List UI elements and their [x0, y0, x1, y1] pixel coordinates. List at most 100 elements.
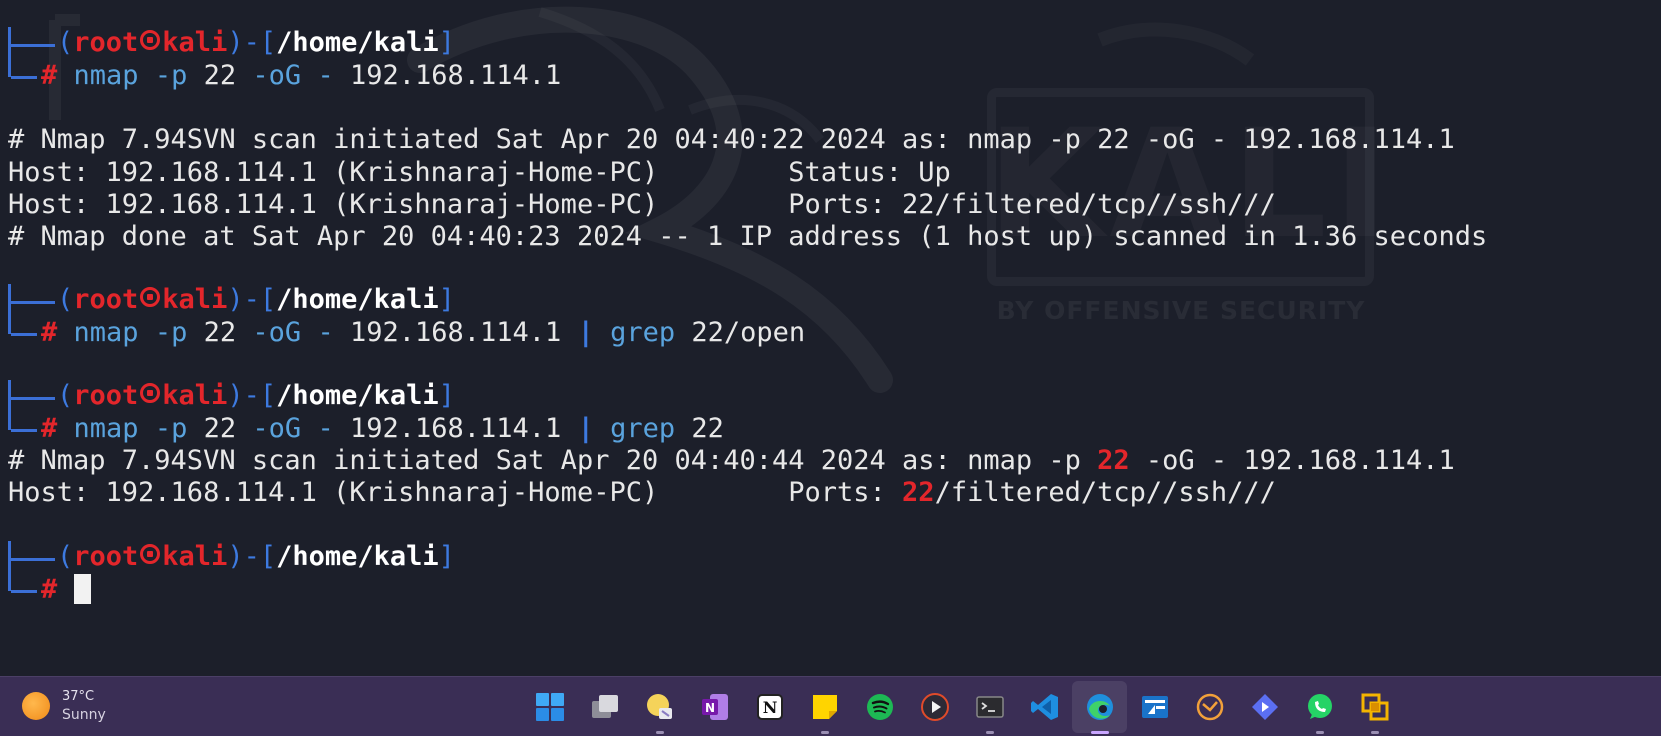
command-flag: -p [154, 317, 188, 348]
prompt-user: root [73, 284, 139, 315]
terminal-output[interactable]: (root kali)-[/home/kali] # nmap -p 22 -oG… [0, 26, 1661, 676]
prompt-hash: # [41, 413, 58, 444]
output-line: Host: 192.168.114.1 (Krishnaraj-Home-PC)… [8, 476, 1276, 510]
running-indicator [1370, 731, 1379, 734]
prompt-path: /home/kali [276, 541, 439, 572]
prompt-close: )-[ [227, 27, 277, 58]
media-player-button[interactable] [907, 677, 962, 736]
output-line: # Nmap done at Sat Apr 20 04:40:23 2024 … [8, 221, 1488, 252]
prompt-line: (root kali)-[/home/kali] [57, 283, 455, 317]
edge-button[interactable] [1072, 681, 1127, 734]
command-bin: nmap [73, 60, 139, 91]
diamond-app-button[interactable] [1237, 677, 1292, 736]
prompt-open: ( [57, 380, 74, 411]
prompt-user: root [73, 27, 139, 58]
prompt-path: /home/kali [276, 27, 439, 58]
sticky-notes-icon [812, 695, 837, 719]
command-flag: -oG [252, 60, 302, 91]
onenote-button[interactable]: N [687, 677, 742, 736]
vscode-icon [1030, 694, 1058, 720]
command-flag: -oG [252, 413, 302, 444]
prompt-user: root [73, 380, 139, 411]
spotify-button[interactable] [852, 677, 907, 736]
notion-icon: N [756, 694, 783, 720]
prompt-end: ] [438, 284, 455, 315]
command-flag: - [317, 413, 334, 444]
command-input-line[interactable]: # [41, 573, 91, 607]
prompt-open: ( [57, 284, 74, 315]
prompt-frame-top [8, 380, 55, 414]
taskbar: 37°C Sunny N N [0, 676, 1661, 736]
output-text: Host: 192.168.114.1 (Krishnaraj-Home-PC)… [8, 157, 951, 188]
command-line: # nmap -p 22 -oG - 192.168.114.1 [41, 59, 561, 93]
output-text: /filtered/tcp//ssh/// [934, 477, 1276, 508]
command-bin: nmap [73, 317, 139, 348]
prompt-open: ( [57, 541, 74, 572]
running-indicator [820, 731, 829, 734]
start-button[interactable] [522, 677, 577, 736]
vscode-button[interactable] [1017, 677, 1072, 736]
whatsapp-button[interactable] [1292, 677, 1347, 736]
vmware-button[interactable] [1347, 677, 1402, 736]
onenote-icon: N [701, 694, 728, 720]
running-indicator [1315, 731, 1324, 734]
command-arg: 22 [203, 60, 237, 91]
svg-text:N: N [704, 701, 714, 715]
prompt-host: kali [162, 284, 228, 315]
edge-icon [1086, 694, 1113, 720]
weather-widget[interactable]: 37°C Sunny [22, 686, 106, 726]
notion-button[interactable]: N [742, 677, 797, 736]
prompt-close: )-[ [227, 284, 277, 315]
command-line: # nmap -p 22 -oG - 192.168.114.1 | grep … [41, 316, 805, 350]
taskbar-apps: N N [522, 677, 1402, 736]
output-line: # Nmap 7.94SVN scan initiated Sat Apr 20… [8, 124, 1455, 155]
prompt-close: )-[ [227, 380, 277, 411]
weather-temperature: 37°C [62, 689, 95, 704]
output-text: # Nmap 7.94SVN scan initiated Sat Apr 20… [8, 445, 1098, 476]
file-explorer-button[interactable] [632, 677, 687, 736]
command-flag: - [317, 60, 334, 91]
sticky-notes-button[interactable] [797, 677, 852, 736]
prompt-end: ] [438, 380, 455, 411]
grep-match: 22 [1097, 445, 1130, 476]
command-pipe: | [577, 317, 594, 348]
kali-skull-icon [140, 30, 161, 50]
desktop-screen: KALI BY OFFENSIVE SECURITY (rootkali)-[/… [0, 0, 1661, 736]
output-text: Host: 192.168.114.1 (Krishnaraj-Home-PC)… [8, 477, 903, 508]
prompt-end: ] [438, 27, 455, 58]
command-flag: -oG [252, 317, 302, 348]
mail-icon [1196, 693, 1223, 721]
command-arg: 22 [203, 317, 237, 348]
command-flag: -p [154, 60, 188, 91]
grep-match: 22 [902, 477, 935, 508]
sun-icon [22, 692, 50, 720]
mail-button[interactable] [1182, 677, 1237, 736]
task-view-icon [591, 695, 618, 718]
prompt-host: kali [162, 27, 228, 58]
terminal-button[interactable] [962, 677, 1017, 736]
terminal-icon [975, 696, 1004, 718]
prompt-host: kali [162, 541, 228, 572]
start-icon [535, 693, 564, 721]
output-text: -oG - 192.168.114.1 [1129, 445, 1455, 476]
flow-app-button[interactable] [1127, 677, 1182, 736]
command-flag: - [317, 317, 334, 348]
whatsapp-icon [1307, 694, 1332, 719]
task-view-button[interactable] [577, 677, 632, 736]
media-player-icon [920, 693, 949, 721]
kali-skull-icon [140, 544, 161, 564]
prompt-end: ] [438, 541, 455, 572]
active-indicator [1090, 731, 1109, 734]
prompt-line: (root kali)-[/home/kali] [57, 379, 455, 413]
command-pipe: | [577, 413, 594, 444]
command-line: # nmap -p 22 -oG - 192.168.114.1 | grep … [41, 412, 724, 446]
command-flag: -p [154, 413, 188, 444]
file-explorer-icon [646, 694, 672, 719]
command-arg: 192.168.114.1 [349, 413, 562, 444]
prompt-frame-top [8, 541, 55, 575]
prompt-path: /home/kali [276, 380, 439, 411]
text-cursor[interactable] [73, 574, 91, 604]
prompt-line: (root kali)-[/home/kali] [57, 26, 455, 60]
flow-icon [1141, 696, 1168, 718]
running-indicator [655, 731, 664, 734]
